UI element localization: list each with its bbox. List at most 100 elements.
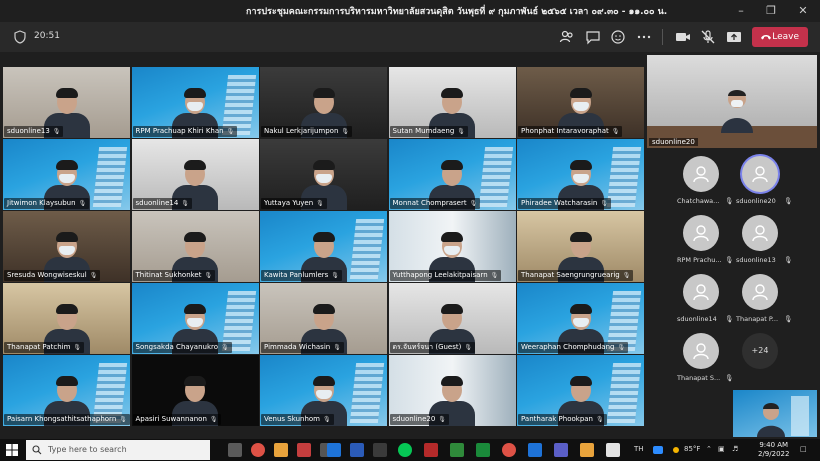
- participant-name-text: Sutan Mumdaeng: [392, 127, 455, 135]
- participant-avatar[interactable]: [742, 274, 778, 310]
- pdf-icon[interactable]: [606, 443, 620, 457]
- tray-chevron-icon[interactable]: ⌃: [706, 445, 712, 453]
- video-tile[interactable]: sduonline14 🎙: [131, 139, 259, 210]
- more-options-icon[interactable]: [636, 29, 652, 45]
- video-tile[interactable]: Jitwimon Klaysubun 🎙: [3, 139, 130, 210]
- video-tile[interactable]: Pantharak Phookpan 🎙: [517, 355, 644, 426]
- self-participant: [757, 396, 809, 437]
- folder-icon[interactable]: [580, 443, 594, 457]
- participant-name: RPM Prachuap Khiri Khan 🎙: [132, 126, 238, 137]
- video-tile[interactable]: Weeraphan Chomphudang 🎙: [517, 283, 644, 354]
- participant-avatar-name: sduonline20: [736, 197, 776, 205]
- windows-start-icon[interactable]: [6, 444, 18, 456]
- person-icon: [752, 284, 768, 301]
- app-icon-2[interactable]: [373, 443, 387, 457]
- more-participants-button[interactable]: +24: [742, 333, 778, 369]
- mic-icon: 🎙: [490, 272, 499, 279]
- participant-name-text: Yuttaya Yuyen: [264, 199, 314, 207]
- featured-video[interactable]: sduonline20: [647, 55, 817, 148]
- participant-avatar[interactable]: [683, 274, 719, 310]
- participant-avatar[interactable]: [683, 156, 719, 192]
- task-view-icon[interactable]: [228, 443, 242, 457]
- participant-avatar[interactable]: [683, 333, 719, 369]
- mic-icon: 🎙: [725, 197, 734, 205]
- participant-avatar[interactable]: [742, 215, 778, 251]
- keyboard-language[interactable]: TH: [634, 445, 644, 453]
- self-view-video[interactable]: [733, 390, 817, 437]
- person-icon: [693, 166, 709, 183]
- mic-icon: 🎙: [181, 200, 189, 207]
- video-tile[interactable]: Venus Skunhom 🎙: [260, 355, 387, 426]
- video-tile[interactable]: sduonline13 🎙: [3, 67, 130, 138]
- mic-muted-icon[interactable]: [700, 29, 716, 45]
- participant-name: Songsakda Chayanukro 🎙: [132, 342, 232, 353]
- participant-name-text: sduonline14: [135, 199, 179, 207]
- taskbar-clock[interactable]: 9:40 AM 2/9/2022: [758, 441, 789, 459]
- excel-icon[interactable]: [476, 443, 490, 457]
- weather-temperature[interactable]: 85°F: [684, 445, 700, 453]
- participant-name-text: sduonline20: [392, 415, 436, 423]
- participant-name: Jitwimon Klaysubun 🎙: [4, 198, 90, 209]
- participant-name-text: Jitwimon Klaysubun: [7, 199, 76, 207]
- participant-name: Sutan Mumdaeng 🎙: [389, 126, 468, 137]
- edge-icon[interactable]: [327, 443, 341, 457]
- video-tile[interactable]: Thanapat Patchim 🎙: [3, 283, 130, 354]
- app-icon-3[interactable]: [424, 443, 438, 457]
- video-tile[interactable]: RPM Prachuap Khiri Khan 🎙: [131, 67, 259, 138]
- windows-taskbar: Type here to search TH 85°F ⌃ ▣ ♬ 9:40 A…: [0, 439, 820, 461]
- video-tile[interactable]: Nakul Lerkjarijumpon 🎙: [260, 67, 387, 138]
- leave-button[interactable]: Leave: [752, 27, 808, 47]
- teams-icon[interactable]: [554, 443, 568, 457]
- video-tile[interactable]: Yuttaya Yuyen 🎙: [260, 139, 387, 210]
- participant-name: Nakul Lerkjarijumpon 🎙: [261, 126, 353, 137]
- weather-icon[interactable]: [670, 444, 682, 456]
- video-tile[interactable]: Songsakda Chayanukro 🎙: [131, 283, 259, 354]
- participant-name-text: Phiradee Watcharasin: [521, 199, 598, 207]
- participant-name-text: RPM Prachuap Khiri Khan: [135, 127, 224, 135]
- video-tile[interactable]: Phiradee Watcharasin 🎙: [517, 139, 644, 210]
- media-player-icon[interactable]: [297, 443, 311, 457]
- mic-icon: 🎙: [725, 315, 734, 323]
- share-screen-icon[interactable]: [726, 29, 742, 45]
- chrome-icon-2[interactable]: [502, 443, 516, 457]
- edge-icon-2[interactable]: [528, 443, 542, 457]
- participant-avatar-name: RPM Prachu...: [677, 256, 722, 264]
- leave-label: Leave: [772, 32, 799, 42]
- camera-icon[interactable]: [675, 29, 691, 45]
- participants-icon[interactable]: [559, 29, 575, 45]
- taskbar-search-input[interactable]: Type here to search: [26, 440, 210, 460]
- zoom-tray-icon[interactable]: [652, 444, 664, 456]
- video-tile[interactable]: Pimmada Wichasin 🎙: [260, 283, 387, 354]
- chat-icon[interactable]: [585, 29, 601, 45]
- mic-icon: 🎙: [784, 197, 793, 205]
- xbox-icon[interactable]: [450, 443, 464, 457]
- participant-avatar[interactable]: [683, 215, 719, 251]
- video-tile[interactable]: Thitinat Sukhonket 🎙: [131, 211, 259, 282]
- chrome-icon[interactable]: [251, 443, 265, 457]
- minimize-button[interactable]: –: [730, 2, 752, 20]
- participant-avatar[interactable]: [742, 156, 778, 192]
- reactions-icon[interactable]: [610, 29, 626, 45]
- video-tile[interactable]: Yutthapong Leelakitpaisarn 🎙: [388, 211, 516, 282]
- network-icon[interactable]: ▣: [718, 445, 725, 453]
- video-tile[interactable]: ดร.จันทร์จนา (Guest) 🎙: [388, 283, 516, 354]
- window-title: การประชุมคณะกรรมการบริหารมหาวิทยาลัยสวนด…: [246, 7, 668, 17]
- video-tile[interactable]: Phonphat Intaravoraphat 🎙: [517, 67, 644, 138]
- mic-icon: 🎙: [73, 344, 82, 351]
- video-tile[interactable]: Paisarn Khongsathitsathaphorn 🎙: [3, 355, 130, 426]
- close-button[interactable]: ✕: [792, 2, 814, 20]
- video-tile[interactable]: Monnat Chomprasert 🎙: [388, 139, 516, 210]
- file-explorer-icon[interactable]: [274, 443, 288, 457]
- word-icon[interactable]: [350, 443, 364, 457]
- video-tile[interactable]: Kawita Panlumlers 🎙: [260, 211, 387, 282]
- line-icon[interactable]: [398, 443, 412, 457]
- participant-avatar-name: sduonline13: [736, 256, 776, 264]
- video-tile[interactable]: Thanapat Saengrungruearig 🎙: [517, 211, 644, 282]
- video-tile[interactable]: Apasiri Suwannanon 🎙: [131, 355, 259, 426]
- volume-icon[interactable]: ♬: [732, 445, 738, 453]
- restore-button[interactable]: ❐: [760, 2, 782, 20]
- notifications-icon[interactable]: □: [800, 445, 807, 453]
- video-tile[interactable]: Sresuda Wongwiseskul 🎙: [3, 211, 130, 282]
- video-tile[interactable]: sduonline20 🎙: [388, 355, 516, 426]
- video-tile[interactable]: Sutan Mumdaeng 🎙: [388, 67, 516, 138]
